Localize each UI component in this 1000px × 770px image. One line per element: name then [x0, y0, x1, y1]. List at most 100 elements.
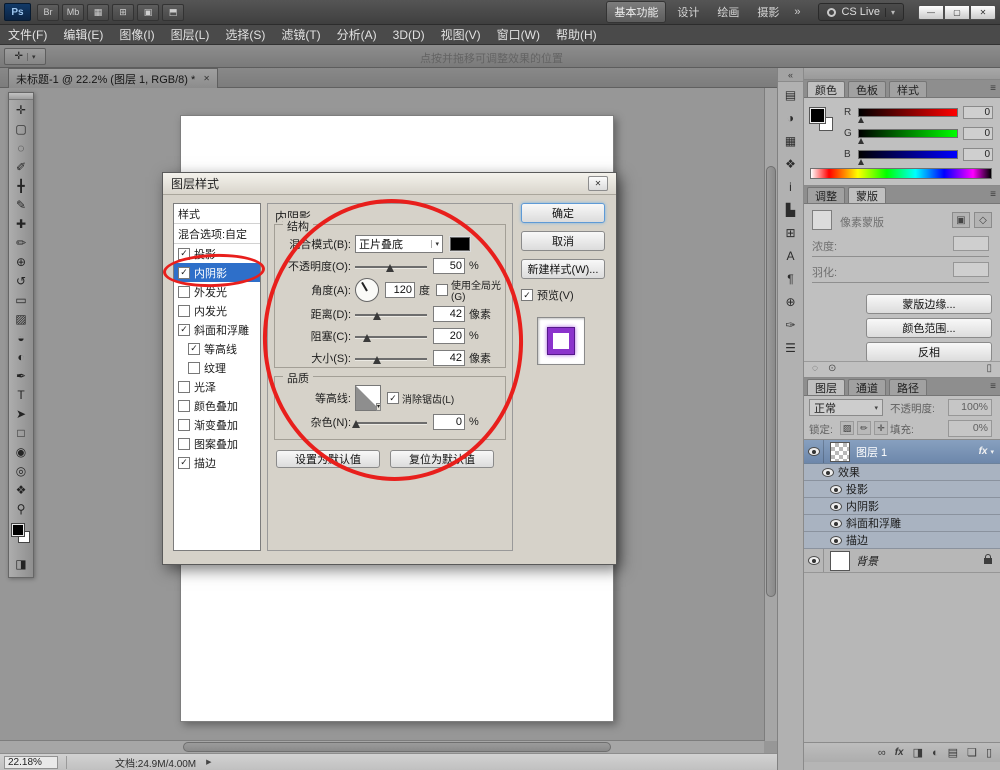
- color-spectrum-bar[interactable]: [810, 168, 992, 179]
- style-item-satin[interactable]: 光泽: [174, 377, 260, 396]
- quick-selection-tool[interactable]: ✐: [9, 157, 33, 176]
- adjustment-layer-icon[interactable]: ◐: [932, 747, 939, 759]
- red-slider-thumb[interactable]: [858, 117, 864, 123]
- kuler-panel-icon[interactable]: ◑: [780, 107, 802, 128]
- vertical-scrollbar[interactable]: [764, 88, 777, 741]
- lock-pixels-icon[interactable]: ✏: [857, 421, 871, 435]
- zoom-level-input[interactable]: 22.18%: [4, 756, 58, 769]
- arrange-documents-icon[interactable]: ▣: [137, 4, 159, 21]
- blue-value-input[interactable]: 0: [963, 148, 993, 161]
- visibility-toggle[interactable]: [804, 549, 824, 572]
- lasso-tool[interactable]: ◌: [9, 138, 33, 157]
- tab-layers[interactable]: 图层: [807, 379, 845, 395]
- visibility-toggle[interactable]: [826, 515, 846, 531]
- expand-panels-icon[interactable]: «: [778, 68, 803, 82]
- menu-item-file[interactable]: 文件(F): [0, 25, 55, 45]
- panel-menu-icon[interactable]: ≡: [990, 381, 996, 392]
- feather-slider[interactable]: [812, 282, 989, 283]
- type-tool[interactable]: T: [9, 385, 33, 404]
- styles-list-item-styles[interactable]: 样式: [174, 204, 260, 224]
- 3d-rotate-tool[interactable]: ◉: [9, 442, 33, 461]
- mini-bridge-panel-icon[interactable]: ▤: [780, 84, 802, 105]
- blue-slider[interactable]: [858, 150, 958, 159]
- zoom-tool[interactable]: ⚲: [9, 499, 33, 518]
- preview-checkbox[interactable]: ✓: [521, 289, 533, 301]
- path-selection-tool[interactable]: ➤: [9, 404, 33, 423]
- minimize-button[interactable]: —: [918, 5, 944, 20]
- layer-thumbnail[interactable]: [830, 442, 850, 462]
- checkbox[interactable]: ✓: [188, 343, 200, 355]
- color-swatches-widget[interactable]: [810, 108, 836, 134]
- maximize-button[interactable]: ▢: [944, 5, 970, 20]
- eraser-tool[interactable]: ▭: [9, 290, 33, 309]
- close-tab-icon[interactable]: ✕: [203, 74, 210, 83]
- mini-bridge-icon[interactable]: Mb: [62, 4, 84, 21]
- zoom-tool-icon[interactable]: ⊞: [112, 4, 134, 21]
- horizontal-scrollbar-thumb[interactable]: [183, 742, 611, 752]
- panel-menu-icon[interactable]: ≡: [990, 83, 996, 94]
- tab-swatches[interactable]: 色板: [848, 81, 886, 97]
- foreground-color-swatch[interactable]: [810, 108, 825, 123]
- blur-tool[interactable]: ◒: [9, 328, 33, 347]
- screen-mode-icon[interactable]: ⬒: [162, 4, 184, 21]
- layer-row-layer1[interactable]: 图层 1 fx ▾: [804, 440, 1000, 464]
- new-group-icon[interactable]: ▤: [948, 746, 958, 759]
- menu-item-help[interactable]: 帮助(H): [548, 25, 605, 45]
- mask-apply-icon[interactable]: ⊙: [828, 363, 836, 374]
- style-item-gradient-overlay[interactable]: 渐变叠加: [174, 415, 260, 434]
- invert-button[interactable]: 反相: [866, 342, 992, 362]
- bridge-icon[interactable]: Br: [37, 4, 59, 21]
- tab-channels[interactable]: 通道: [848, 379, 886, 395]
- delete-layer-icon[interactable]: ▯: [986, 746, 992, 759]
- layer-thumbnail[interactable]: [830, 551, 850, 571]
- opacity-input[interactable]: 100%: [948, 399, 992, 416]
- layer-row-background[interactable]: 背景: [804, 549, 1000, 573]
- navigator-panel-icon[interactable]: ⊞: [780, 222, 802, 243]
- checkbox[interactable]: [178, 400, 190, 412]
- menu-item-filter[interactable]: 滤镜(T): [273, 25, 328, 45]
- style-item-contour[interactable]: ✓ 等高线: [174, 339, 260, 358]
- dialog-close-button[interactable]: ✕: [588, 176, 608, 191]
- layer-effect-bevel-emboss[interactable]: 斜面和浮雕: [804, 515, 1000, 532]
- new-style-button[interactable]: 新建样式(W)...: [521, 259, 605, 279]
- tab-color[interactable]: 颜色: [807, 81, 845, 97]
- move-tool[interactable]: ✛: [9, 100, 33, 119]
- green-value-input[interactable]: 0: [963, 127, 993, 140]
- checkbox[interactable]: ✓: [178, 324, 190, 336]
- styles-panel-icon[interactable]: ❖: [780, 153, 802, 174]
- cancel-button[interactable]: 取消: [521, 231, 605, 251]
- dialog-titlebar[interactable]: 图层样式 ✕: [163, 173, 616, 195]
- menu-item-edit[interactable]: 编辑(E): [55, 25, 111, 45]
- style-item-color-overlay[interactable]: 颜色叠加: [174, 396, 260, 415]
- workspace-overflow-icon[interactable]: »: [790, 6, 804, 18]
- checkbox[interactable]: [178, 419, 190, 431]
- mask-load-selection-icon[interactable]: ◌: [812, 363, 818, 374]
- brush-panel-icon[interactable]: ✑: [780, 314, 802, 335]
- visibility-toggle[interactable]: [818, 464, 838, 480]
- layer-name[interactable]: 背景: [856, 553, 878, 569]
- gradient-tool[interactable]: ▨: [9, 309, 33, 328]
- add-pixel-mask-icon[interactable]: ▣: [952, 212, 970, 228]
- color-range-button[interactable]: 颜色范围...: [866, 318, 992, 338]
- horizontal-scrollbar[interactable]: [0, 740, 764, 753]
- cs-live-button[interactable]: CS Live ▾: [818, 3, 904, 21]
- workspace-painting[interactable]: 绘画: [710, 2, 746, 22]
- document-tab[interactable]: 未标题-1 @ 22.2% (图层 1, RGB/8) * ✕: [8, 68, 218, 88]
- tools-panel-grip[interactable]: [9, 93, 33, 100]
- checkbox[interactable]: [178, 305, 190, 317]
- checkbox[interactable]: [178, 286, 190, 298]
- feather-input[interactable]: [953, 262, 989, 277]
- layer-effects-badge[interactable]: fx ▾: [979, 446, 994, 457]
- visibility-toggle[interactable]: [826, 532, 846, 548]
- status-menu-arrow-icon[interactable]: ▶: [206, 758, 211, 766]
- vertical-scrollbar-thumb[interactable]: [766, 166, 776, 597]
- menu-item-window[interactable]: 窗口(W): [489, 25, 548, 45]
- mask-edge-button[interactable]: 蒙版边缘...: [866, 294, 992, 314]
- checkbox[interactable]: [178, 381, 190, 393]
- density-input[interactable]: [953, 236, 989, 251]
- eyedropper-tool[interactable]: ✎: [9, 195, 33, 214]
- workspace-essentials[interactable]: 基本功能: [606, 1, 666, 23]
- foreground-color-swatch[interactable]: [12, 524, 24, 536]
- style-item-bevel-emboss[interactable]: ✓ 斜面和浮雕: [174, 320, 260, 339]
- panel-drag-bar[interactable]: [804, 68, 1000, 80]
